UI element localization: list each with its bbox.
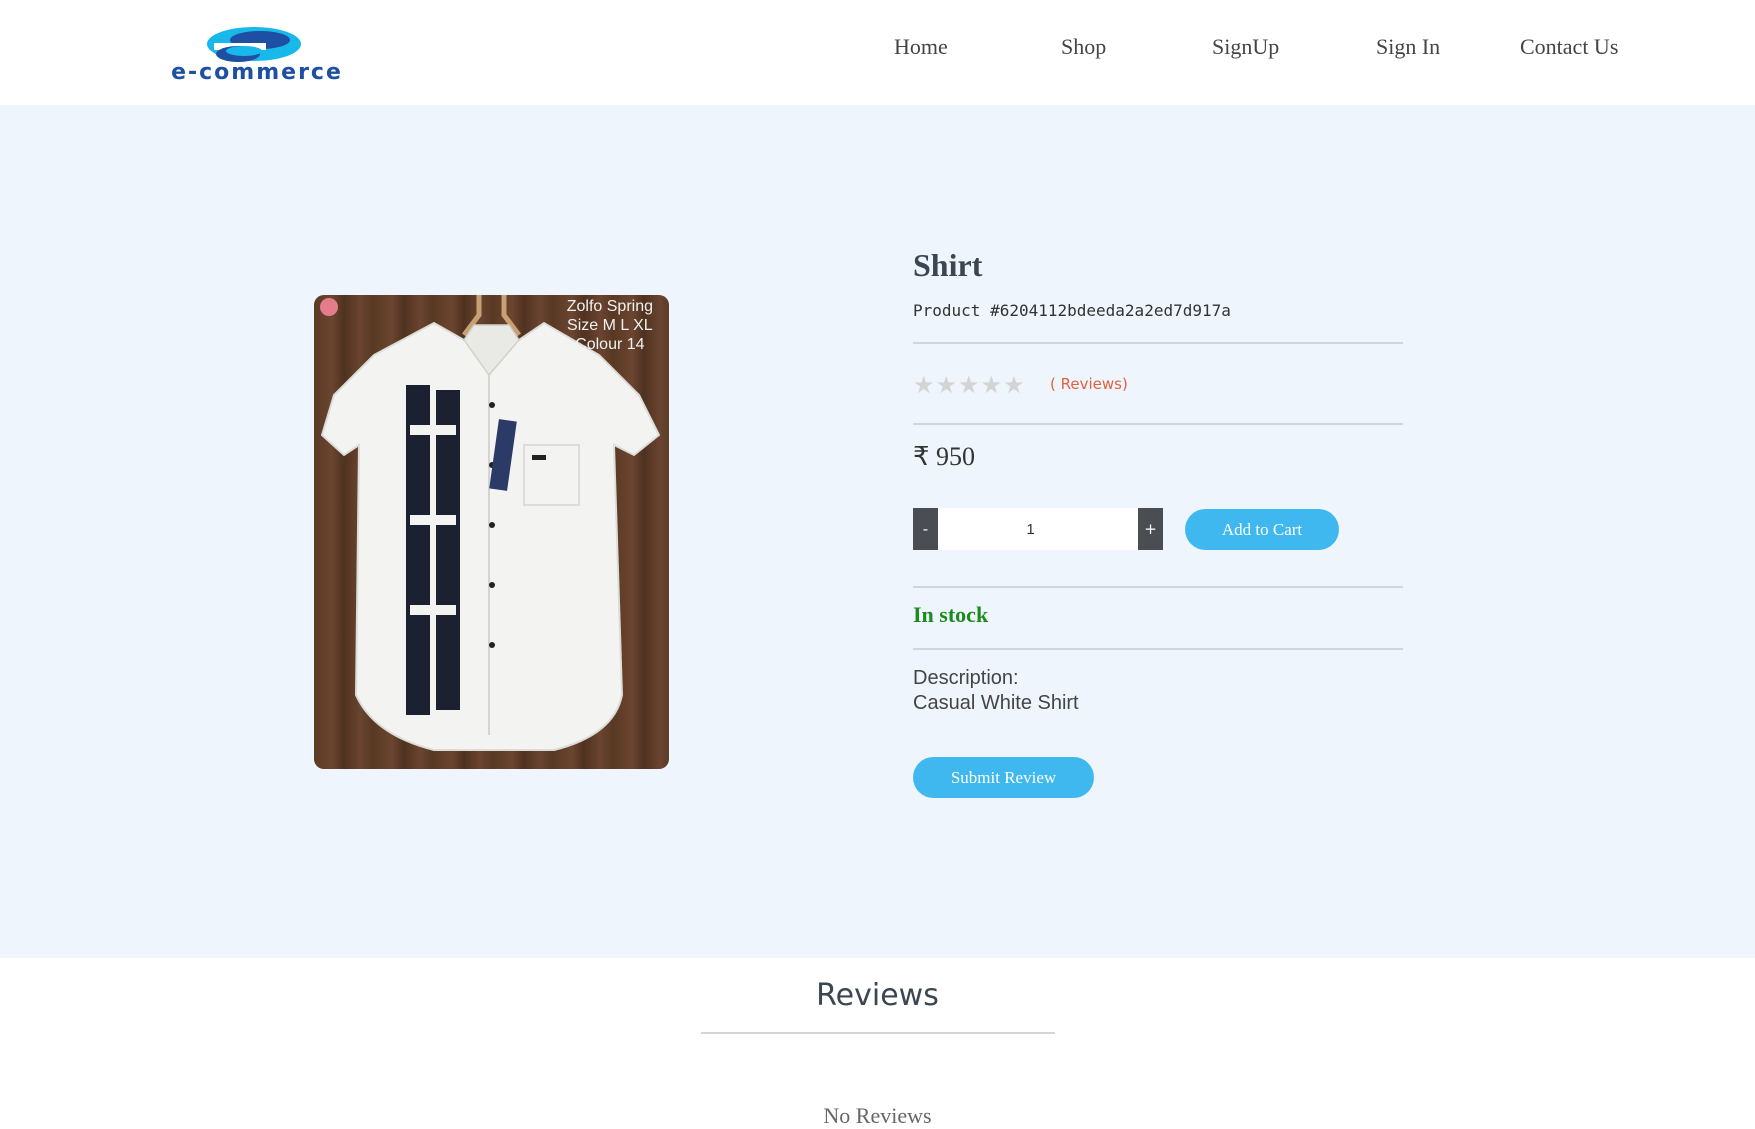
description-label: Description: (913, 667, 1019, 689)
site-header: e-commerce Home Shop SignUp Sign In Cont… (0, 0, 1755, 105)
product-title: Shirt (913, 247, 983, 283)
logo[interactable]: e-commerce (146, 24, 368, 85)
caption-line: Size M L XL (567, 317, 653, 334)
nav-signup[interactable]: SignUp (1212, 34, 1279, 60)
divider (913, 586, 1403, 588)
image-caption: Zolfo Spring Size M L XL Colour 14 (567, 297, 653, 354)
add-to-cart-button[interactable]: Add to Cart (1185, 509, 1339, 550)
quantity-input[interactable] (938, 508, 1138, 550)
quantity-decrease-button[interactable]: - (913, 508, 938, 550)
divider (913, 648, 1403, 650)
nav-shop[interactable]: Shop (1061, 34, 1106, 60)
logo-text: e-commerce (171, 60, 343, 85)
quantity-increase-button[interactable]: + (1138, 508, 1163, 550)
product-image: Zolfo Spring Size M L XL Colour 14 (314, 295, 669, 769)
caption-line: Colour 14 (575, 336, 645, 353)
divider (913, 342, 1403, 344)
reviews-count-link[interactable]: ( Reviews) (1050, 375, 1128, 393)
product-section: Zolfo Spring Size M L XL Colour 14 Shirt… (0, 105, 1755, 958)
product-price: ₹ 950 (913, 442, 976, 471)
reviews-section: Reviews No Reviews (0, 958, 1755, 1129)
nav-contact-us[interactable]: Contact Us (1520, 34, 1618, 60)
no-reviews-message: No Reviews (823, 1103, 932, 1128)
nav-home[interactable]: Home (894, 34, 948, 60)
submit-review-button[interactable]: Submit Review (913, 757, 1094, 798)
caption-line: Zolfo Spring (566, 298, 653, 315)
reviews-heading: Reviews (816, 978, 939, 1013)
nav-sign-in[interactable]: Sign In (1376, 34, 1440, 60)
stock-status: In stock (913, 602, 989, 627)
divider (913, 423, 1403, 425)
rating-stars: ★★★★★ (913, 371, 1026, 399)
divider (701, 1032, 1055, 1034)
description-text: Casual White Shirt (913, 692, 1079, 714)
product-id: Product #6204112bdeeda2a2ed7d917a (913, 301, 1231, 320)
shirt-illustration (320, 295, 661, 751)
